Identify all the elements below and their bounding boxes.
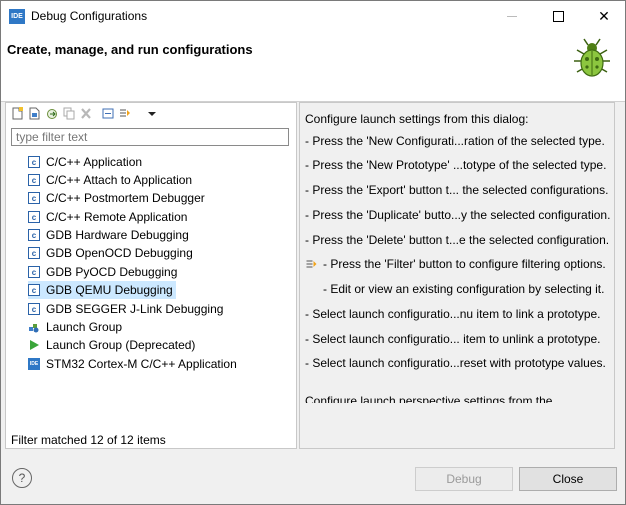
- close-icon: ✕: [598, 7, 610, 24]
- tree-item-cpp-attach[interactable]: c C/C++ Attach to Application: [28, 171, 195, 189]
- tree-item-label: GDB OpenOCD Debugging: [46, 246, 193, 260]
- tree-item-label: C/C++ Remote Application: [46, 210, 188, 224]
- tree-item-gdb-hardware[interactable]: c GDB Hardware Debugging: [28, 226, 192, 244]
- view-menu-icon[interactable]: [146, 107, 158, 120]
- tree-item-label: GDB PyOCD Debugging: [46, 265, 178, 279]
- export-icon[interactable]: [46, 107, 58, 120]
- help-line-unlink-prototype: - Select launch configuratio... item to …: [305, 332, 601, 346]
- minimize-icon: [507, 15, 517, 17]
- help-intro: Configure launch settings from this dial…: [305, 112, 529, 126]
- tree-item-stm32-cortex-m[interactable]: IDE STM32 Cortex-M C/C++ Application: [28, 355, 240, 373]
- bug-icon: [574, 38, 610, 77]
- tree-item-gdb-pyocd[interactable]: c GDB PyOCD Debugging: [28, 263, 180, 281]
- title-bar: IDE Debug Configurations ✕: [1, 1, 625, 31]
- debug-configurations-dialog: IDE Debug Configurations ✕ Create, manag…: [0, 0, 626, 505]
- c-icon: c: [28, 266, 40, 278]
- help-line-duplicate: - Press the 'Duplicate' butto...y the se…: [305, 208, 611, 222]
- tree-item-label: GDB Hardware Debugging: [46, 228, 189, 242]
- tree-item-label: C/C++ Attach to Application: [46, 173, 193, 187]
- delete-icon[interactable]: [80, 107, 92, 120]
- window-title: Debug Configurations: [31, 9, 148, 23]
- c-icon: c: [28, 229, 40, 241]
- c-icon: c: [28, 303, 40, 315]
- ide-app-icon: IDE: [9, 9, 25, 24]
- tree-item-label: GDB QEMU Debugging: [46, 283, 173, 297]
- debug-button[interactable]: Debug: [415, 467, 513, 491]
- filter-status: Filter matched 12 of 12 items: [11, 433, 166, 447]
- c-icon: c: [28, 192, 40, 204]
- help-pane: Configure launch settings from this dial…: [299, 102, 615, 449]
- dialog-header: Create, manage, and run configurations: [1, 31, 625, 102]
- tree-toolbar: [6, 103, 296, 125]
- help-line-edit: - Edit or view an existing configuration…: [323, 282, 605, 296]
- tree-item-cpp-application[interactable]: c C/C++ Application: [28, 153, 145, 171]
- filter-input[interactable]: [11, 128, 289, 146]
- c-icon: c: [28, 284, 40, 296]
- help-line-filter-text: - Press the 'Filter' button to configure…: [323, 257, 606, 271]
- tree-item-cpp-remote[interactable]: c C/C++ Remote Application: [28, 208, 190, 226]
- close-window-button[interactable]: ✕: [581, 1, 626, 31]
- collapse-all-icon[interactable]: [102, 107, 114, 120]
- maximize-icon: [552, 10, 564, 22]
- launch-group-icon: [29, 324, 39, 333]
- c-icon: c: [28, 247, 40, 259]
- tree-item-cpp-postmortem[interactable]: c C/C++ Postmortem Debugger: [28, 189, 208, 207]
- duplicate-icon[interactable]: [63, 107, 75, 120]
- help-line-link-prototype: - Select launch configuratio...nu item t…: [305, 307, 601, 321]
- tree-item-gdb-qemu[interactable]: c GDB QEMU Debugging: [28, 281, 176, 299]
- help-line-perspective: Configure launch perspective settings fr…: [305, 394, 553, 403]
- close-button[interactable]: Close: [519, 467, 617, 491]
- filter-icon: [306, 260, 317, 267]
- filter-icon[interactable]: [119, 107, 131, 120]
- minimize-button[interactable]: [489, 1, 535, 31]
- help-button[interactable]: ?: [12, 468, 32, 488]
- tree-item-launch-group-deprecated[interactable]: Launch Group (Deprecated): [28, 336, 198, 354]
- help-line-new-configuration: - Press the 'New Configurati...ration of…: [305, 134, 605, 148]
- tree-item-label: GDB SEGGER J-Link Debugging: [46, 302, 224, 316]
- c-icon: c: [28, 174, 40, 186]
- play-icon: [30, 340, 39, 350]
- tree-item-gdb-openocd[interactable]: c GDB OpenOCD Debugging: [28, 244, 196, 262]
- tree-item-label: C/C++ Application: [46, 155, 143, 169]
- new-prototype-icon[interactable]: [29, 107, 41, 120]
- tree-item-launch-group[interactable]: Launch Group: [28, 318, 125, 336]
- tree-item-label: C/C++ Postmortem Debugger: [46, 191, 205, 205]
- new-configuration-icon[interactable]: [12, 107, 24, 120]
- maximize-button[interactable]: [535, 1, 581, 31]
- help-line-filter: - Press the 'Filter' button to configure…: [305, 257, 606, 271]
- c-icon: c: [28, 156, 40, 168]
- header-title: Create, manage, and run configurations: [7, 42, 253, 57]
- configuration-tree-pane: c C/C++ Application c C/C++ Attach to Ap…: [5, 102, 297, 449]
- help-line-delete: - Press the 'Delete' button t...e the se…: [305, 233, 610, 247]
- tree-item-label: STM32 Cortex-M C/C++ Application: [46, 357, 237, 371]
- tree-item-label: Launch Group: [46, 320, 123, 334]
- tree-item-label: Launch Group (Deprecated): [46, 338, 196, 352]
- c-icon: c: [28, 211, 40, 223]
- ide-icon: IDE: [28, 358, 40, 370]
- help-line-new-prototype: - Press the 'New Prototype' ...totype of…: [305, 158, 607, 172]
- tree-item-gdb-segger[interactable]: c GDB SEGGER J-Link Debugging: [28, 300, 226, 318]
- help-line-export: - Press the 'Export' button t... the sel…: [305, 183, 609, 197]
- help-line-reset-prototype: - Select launch configuratio...reset wit…: [305, 356, 606, 370]
